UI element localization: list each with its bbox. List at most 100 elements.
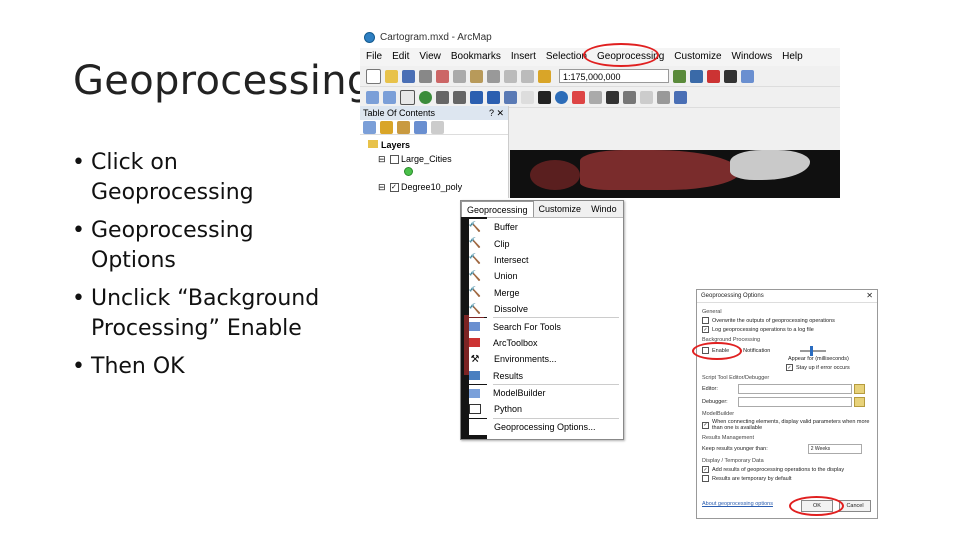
toc-icon[interactable] bbox=[690, 69, 703, 83]
go-to-xy-icon[interactable] bbox=[640, 90, 653, 104]
clear-selection-icon[interactable] bbox=[521, 90, 534, 104]
menu-item-search-for-tools[interactable]: Search For Tools bbox=[469, 318, 619, 335]
pan-hand-icon[interactable] bbox=[400, 89, 415, 105]
identify-icon[interactable] bbox=[555, 90, 568, 104]
layer-visibility-checkbox[interactable]: ✓ bbox=[390, 183, 400, 193]
browse-folder-icon[interactable] bbox=[854, 384, 865, 394]
list-by-selection-icon[interactable] bbox=[414, 120, 427, 134]
menu-item-environments[interactable]: ⚒ Environments... bbox=[469, 351, 619, 368]
menu-view[interactable]: View bbox=[419, 48, 441, 66]
map-landmass bbox=[580, 150, 740, 190]
menu-item-intersect[interactable]: 🔨 Intersect bbox=[468, 251, 619, 269]
cut-icon[interactable] bbox=[436, 69, 449, 83]
menu-bookmarks[interactable]: Bookmarks bbox=[451, 48, 501, 66]
save-icon[interactable] bbox=[402, 69, 415, 83]
menu-item-merge[interactable]: 🔨 Merge bbox=[469, 284, 619, 301]
menu-item-geoprocessing-options[interactable]: Geoprocessing Options... bbox=[469, 418, 619, 436]
map-view[interactable] bbox=[510, 150, 840, 198]
editor-input[interactable] bbox=[738, 384, 852, 394]
editor-toolbar-icon[interactable] bbox=[673, 69, 686, 83]
toc-options-icon[interactable] bbox=[431, 120, 444, 134]
notification-label: Notification bbox=[743, 347, 771, 354]
overwrite-checkbox[interactable]: Overwrite the outputs of geoprocessing o… bbox=[702, 317, 872, 324]
delete-icon[interactable] bbox=[487, 69, 500, 83]
menu-item-modelbuilder[interactable]: ModelBuilder bbox=[469, 384, 619, 402]
hammer-icon: 🔨 bbox=[468, 254, 482, 266]
debugger-input[interactable] bbox=[738, 397, 852, 407]
undo-icon[interactable] bbox=[504, 69, 517, 83]
tab-windows[interactable]: Windo bbox=[586, 201, 622, 217]
modelbuilder-icon[interactable] bbox=[741, 69, 754, 83]
scale-input[interactable]: 1:175,000,000 bbox=[559, 69, 669, 83]
menu-tabs: Geoprocessing Customize Windo bbox=[461, 201, 623, 218]
layer-symbol bbox=[360, 166, 508, 180]
print-icon[interactable] bbox=[419, 69, 432, 83]
back-arrow-icon[interactable] bbox=[470, 90, 483, 104]
menu-help[interactable]: Help bbox=[782, 48, 803, 66]
menu-item-buffer[interactable]: 🔨 Buffer bbox=[469, 219, 619, 236]
copy-icon[interactable] bbox=[453, 69, 466, 83]
paste-icon[interactable] bbox=[470, 69, 483, 83]
debugger-field: Debugger: bbox=[702, 397, 872, 407]
menu-item-python[interactable]: Python bbox=[469, 401, 619, 418]
redo-icon[interactable] bbox=[521, 69, 534, 83]
select-features-icon[interactable] bbox=[504, 90, 517, 104]
toc-layers-group[interactable]: Layers bbox=[360, 138, 508, 152]
zoom-out-icon[interactable] bbox=[383, 90, 396, 104]
geoprocessing-options-dialog: Geoprocessing Options ✕ General Overwrit… bbox=[696, 289, 878, 519]
python-window-icon[interactable] bbox=[724, 69, 737, 83]
hammer-icon: 🔨 bbox=[468, 238, 482, 250]
browse-folder-icon[interactable] bbox=[854, 397, 865, 407]
arctoolbox-icon[interactable] bbox=[707, 69, 720, 83]
zoom-in-icon[interactable] bbox=[366, 90, 379, 104]
viewer-window-icon[interactable] bbox=[674, 90, 687, 104]
menu-insert[interactable]: Insert bbox=[511, 48, 536, 66]
find-binoculars-icon[interactable] bbox=[606, 90, 619, 104]
layers-folder-icon bbox=[368, 140, 378, 148]
list-by-source-icon[interactable] bbox=[380, 120, 393, 134]
list-by-drawing-order-icon[interactable] bbox=[363, 120, 376, 134]
measure-icon[interactable] bbox=[623, 90, 636, 104]
layer-visibility-checkbox[interactable] bbox=[390, 155, 400, 165]
keep-results-dropdown[interactable]: 2 Weeks bbox=[807, 444, 862, 454]
new-document-icon[interactable] bbox=[366, 68, 381, 84]
toc-close-icon[interactable]: ? ✕ bbox=[489, 106, 504, 120]
modelbuilder-checkbox[interactable]: ✓ When connecting elements, display valid… bbox=[702, 419, 872, 431]
time-slider-icon[interactable] bbox=[657, 90, 670, 104]
open-folder-icon[interactable] bbox=[385, 69, 398, 83]
menu-item-dissolve[interactable]: 🔨 Dissolve bbox=[469, 300, 619, 318]
menu-edit[interactable]: Edit bbox=[392, 48, 409, 66]
toc-layer-item[interactable]: ⊟ ✓ Degree10_poly bbox=[360, 180, 508, 194]
stay-up-checkbox[interactable]: ✓ Stay up if error occurs bbox=[786, 364, 872, 371]
temporary-checkbox[interactable]: Results are temporary by default bbox=[702, 475, 872, 482]
log-checkbox[interactable]: ✓ Log geoprocessing operations to a log f… bbox=[702, 326, 872, 333]
add-data-icon[interactable] bbox=[538, 69, 551, 83]
add-results-checkbox[interactable]: ✓ Add results of geoprocessing operations… bbox=[702, 466, 872, 473]
fixed-zoom-out-icon[interactable] bbox=[453, 90, 466, 104]
results-icon bbox=[469, 371, 480, 381]
toc-toolbar bbox=[360, 120, 508, 135]
select-elements-icon[interactable] bbox=[538, 90, 551, 104]
menu-item-union[interactable]: 🔨 Union bbox=[469, 268, 619, 285]
hyperlink-icon[interactable] bbox=[572, 90, 585, 104]
forward-arrow-icon[interactable] bbox=[487, 90, 500, 104]
menu-item-clip[interactable]: 🔨 Clip bbox=[468, 235, 619, 252]
section-display-temporary: Display / Temporary Data bbox=[702, 458, 764, 464]
menu-file[interactable]: File bbox=[366, 48, 382, 66]
tab-geoprocessing[interactable]: Geoprocessing bbox=[461, 201, 534, 217]
html-popup-icon[interactable] bbox=[589, 90, 602, 104]
toc-layer-item[interactable]: ⊟ Large_Cities bbox=[360, 152, 508, 166]
menu-windows[interactable]: Windows bbox=[732, 48, 773, 66]
menu-items: 🔨 Buffer 🔨 Clip 🔨 Intersect 🔨 Union 🔨 Merge 🔨… bbox=[468, 219, 619, 436]
menu-item-results[interactable]: Results bbox=[469, 367, 619, 384]
menu-selection[interactable]: Selection bbox=[546, 48, 587, 66]
menu-customize[interactable]: Customize bbox=[674, 48, 721, 66]
notification-slider[interactable] bbox=[800, 345, 827, 356]
close-icon[interactable]: ✕ bbox=[866, 290, 873, 302]
full-extent-icon[interactable] bbox=[419, 90, 432, 104]
menu-item-arctoolbox[interactable]: ArcToolbox bbox=[469, 334, 619, 352]
about-link[interactable]: About geoprocessing options bbox=[702, 501, 773, 507]
tab-customize[interactable]: Customize bbox=[534, 201, 587, 217]
fixed-zoom-in-icon[interactable] bbox=[436, 90, 449, 104]
list-by-visibility-icon[interactable] bbox=[397, 120, 410, 134]
